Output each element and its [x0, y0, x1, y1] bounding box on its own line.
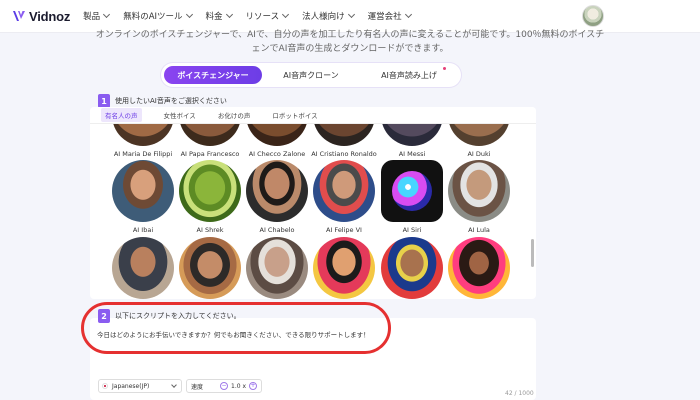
speed-plus-button[interactable]: + — [249, 382, 257, 390]
menu-free-ai-tools[interactable]: 無料のAIツール — [123, 10, 193, 22]
step-1-label: 使用したいAI音声をご選択ください — [115, 97, 227, 105]
voice-name: AI Papa Francesco — [180, 150, 240, 158]
menu-label: リソース — [245, 12, 280, 22]
user-avatar[interactable] — [582, 5, 604, 27]
voice-name: AI Felipe VI — [326, 226, 362, 234]
voice-name: AI Maria De Filippi — [113, 150, 173, 158]
japan-flag-icon — [102, 383, 108, 389]
menu-products[interactable]: 製品 — [83, 10, 111, 22]
speed-control: 速度 − 1.0 x + — [186, 379, 262, 393]
subtab-ghost[interactable]: お化けの声 — [218, 110, 251, 120]
language-value: Japanese(JP) — [112, 382, 150, 390]
chevron-down-icon — [404, 10, 412, 19]
intro-line-2: ェンでAI音声の生成とダウンロードができます。 — [251, 44, 449, 54]
voice-card[interactable]: AI Felipe VI — [311, 160, 377, 234]
voice-avatar — [112, 160, 174, 222]
voice-card[interactable]: AI Ibai — [110, 160, 176, 234]
voice-card[interactable]: AI Shrek — [177, 160, 243, 234]
voice-category-tabs: 有名人の声 女性ボイス お化けの声 ロボットボイス — [90, 107, 536, 124]
chevron-down-icon — [225, 10, 233, 19]
step-1-badge: 1 — [98, 94, 110, 108]
voice-card[interactable] — [379, 237, 445, 299]
subtab-female[interactable]: 女性ボイス — [164, 110, 196, 120]
voice-card[interactable]: AI Siri — [379, 160, 445, 234]
voice-avatar — [246, 160, 308, 222]
vidnoz-logo-icon — [12, 9, 26, 23]
voice-avatar — [313, 237, 375, 299]
voice-card[interactable] — [177, 237, 243, 299]
voice-name: AI Cristiano Ronaldo — [311, 150, 377, 158]
chevron-down-icon — [282, 10, 290, 19]
voice-avatar — [112, 237, 174, 299]
character-counter: 42 / 1000 — [505, 390, 534, 397]
voice-avatar — [179, 160, 241, 222]
tab-voice-changer[interactable]: ボイスチェンジャー — [164, 66, 262, 84]
speed-minus-button[interactable]: − — [220, 382, 228, 390]
voice-name: AI Ibai — [132, 226, 154, 234]
voice-name: AI Shrek — [196, 226, 224, 234]
voice-card[interactable]: AI Lula — [446, 160, 512, 234]
voice-avatar — [448, 160, 510, 222]
menu-resources[interactable]: リソース — [245, 10, 290, 22]
voice-card[interactable] — [311, 237, 377, 299]
menu-business[interactable]: 法人様向け — [302, 10, 355, 22]
brand-name: Vidnoz — [29, 8, 71, 24]
voice-avatar — [448, 237, 510, 299]
tab-text-to-speech[interactable]: AI音声読み上げ — [360, 66, 458, 84]
voice-avatar — [179, 237, 241, 299]
tab-voice-clone[interactable]: AI音声クローン — [262, 66, 360, 84]
chevron-down-icon — [103, 10, 111, 19]
voice-avatar — [313, 160, 375, 222]
main-menu: 製品 無料のAIツール 料金 リソース 法人様向け 運営会社 — [83, 10, 424, 22]
speed-value: 1.0 x — [231, 382, 246, 390]
intro-text: オンラインのボイスチェンジャーで、AIで、自分の声を加工したり有名人の声に変える… — [0, 28, 700, 56]
voice-name: AI Siri — [402, 226, 422, 234]
mode-tabs: ボイスチェンジャー AI音声クローン AI音声読み上げ — [161, 63, 461, 87]
subtab-celebrity[interactable]: 有名人の声 — [101, 108, 142, 122]
voice-card[interactable]: AI Chabelo — [244, 160, 310, 234]
voice-card[interactable] — [110, 237, 176, 299]
voice-name: AI Checco Zalone — [248, 150, 306, 158]
menu-company[interactable]: 運営会社 — [367, 10, 412, 22]
voice-card[interactable] — [446, 237, 512, 299]
tab-label: AI音声読み上げ — [381, 70, 437, 80]
chevron-down-icon — [185, 10, 193, 19]
subtab-robot[interactable]: ロボットボイス — [272, 110, 317, 120]
voice-name: AI Duki — [467, 150, 491, 158]
intro-line-1: オンラインのボイスチェンジャーで、AIで、自分の声を加工したり有名人の声に変える… — [95, 30, 605, 40]
chevron-down-icon — [171, 382, 177, 388]
step-2-badge: 2 — [98, 309, 110, 323]
menu-label: 運営会社 — [367, 12, 402, 22]
logo[interactable]: Vidnoz — [12, 9, 70, 24]
step-2-label: 以下にスクリプトを入力してください。 — [115, 312, 241, 320]
menu-pricing[interactable]: 料金 — [205, 10, 233, 22]
language-select[interactable]: Japanese(JP) — [98, 379, 182, 393]
menu-label: 料金 — [205, 12, 223, 22]
script-input[interactable]: 今日はどのようにお手伝いできますか？何でもお聞きください、できる限りサポートしま… — [97, 329, 370, 339]
menu-label: 製品 — [83, 12, 101, 22]
chevron-down-icon — [347, 10, 355, 19]
voice-name: AI Chabelo — [259, 226, 295, 234]
siri-icon — [381, 160, 443, 222]
new-dot-icon — [443, 67, 446, 70]
voice-avatar — [381, 237, 443, 299]
voice-list-scrollbar[interactable] — [531, 239, 534, 267]
menu-label: 法人様向け — [302, 12, 345, 22]
voice-list-panel: 有名人の声 女性ボイス お化けの声 ロボットボイス AI Maria De Fi… — [90, 107, 536, 299]
voice-name: AI Messi — [398, 150, 426, 158]
voice-name: AI Lula — [468, 226, 490, 234]
menu-label: 無料のAIツール — [123, 12, 183, 22]
voice-avatar — [246, 237, 308, 299]
voice-card[interactable] — [244, 237, 310, 299]
speed-label: 速度 — [191, 383, 204, 391]
